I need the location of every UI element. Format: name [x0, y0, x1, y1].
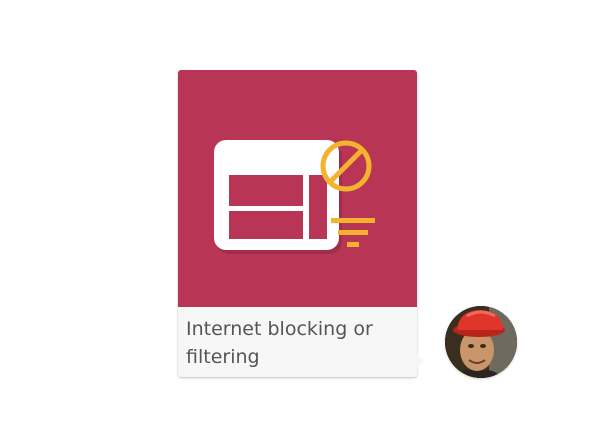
bubble-tail: [417, 354, 424, 368]
chat-stage: Internet blocking or filtering: [0, 0, 600, 448]
message-caption-area: Internet blocking or filtering: [178, 307, 417, 377]
blocked-filtered-window-icon: [214, 140, 375, 254]
sender-avatar[interactable]: [445, 306, 517, 378]
message-card[interactable]: Internet blocking or filtering: [178, 70, 424, 377]
message-illustration: [178, 70, 417, 307]
message-caption: Internet blocking or filtering: [186, 318, 373, 368]
person-with-red-hat-avatar: [445, 306, 517, 378]
